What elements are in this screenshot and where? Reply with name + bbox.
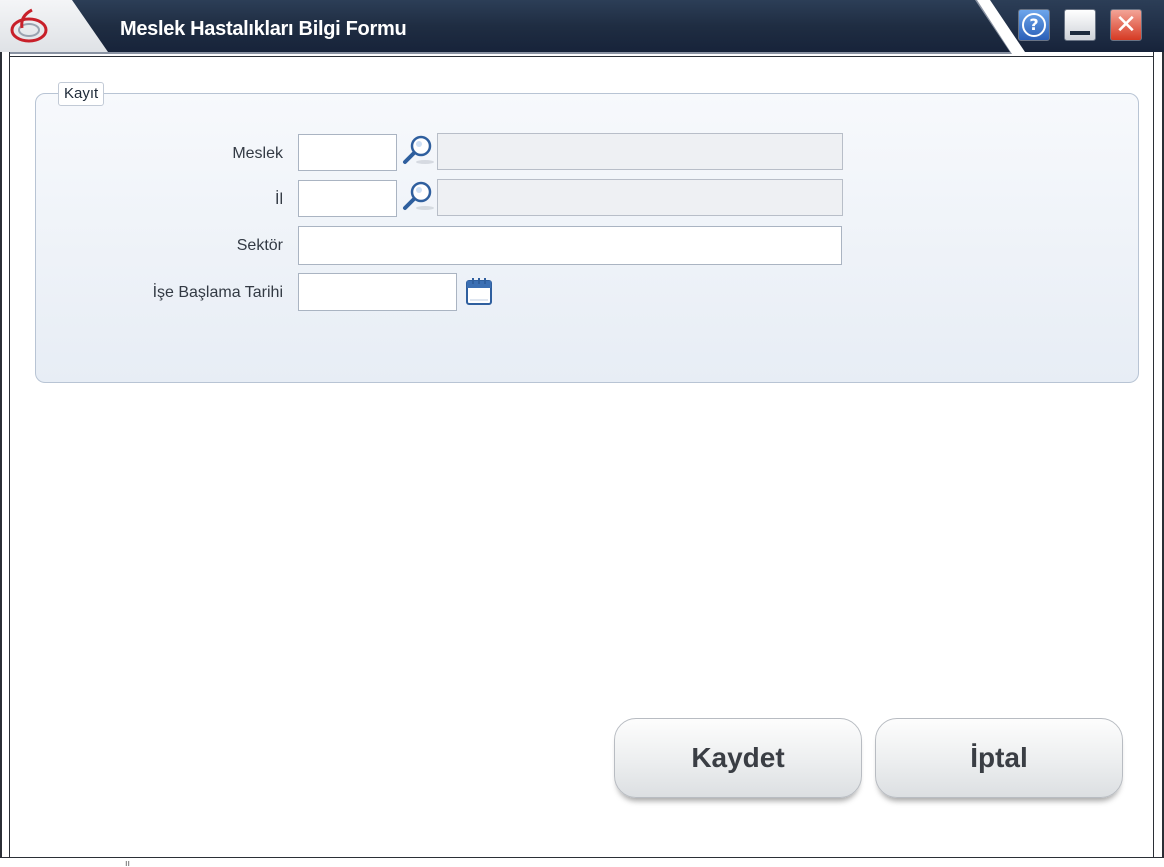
window-frame-left bbox=[0, 52, 10, 867]
cancel-button[interactable]: İptal bbox=[875, 718, 1123, 798]
sektor-label: Sektör bbox=[236, 237, 283, 254]
il-code-input[interactable] bbox=[298, 180, 397, 217]
il-label: İl bbox=[275, 191, 283, 208]
minimize-icon bbox=[1070, 31, 1090, 35]
close-icon: ✕ bbox=[1115, 10, 1137, 40]
help-button[interactable]: ? bbox=[1018, 9, 1050, 41]
meslek-code-input[interactable] bbox=[298, 134, 397, 171]
meslek-search-icon[interactable] bbox=[401, 133, 435, 167]
il-description-field bbox=[437, 179, 843, 216]
close-button[interactable]: ✕ bbox=[1110, 9, 1142, 41]
window-frame-bottom bbox=[0, 857, 1164, 867]
sektor-input[interactable] bbox=[298, 226, 842, 265]
app-logo-icon bbox=[10, 8, 48, 43]
dialog-window: Meslek Hastalıkları Bilgi Formu ? ✕ Kayı… bbox=[0, 0, 1164, 867]
window-frame-right bbox=[1153, 52, 1164, 867]
ise-baslama-tarihi-input[interactable] bbox=[298, 273, 457, 311]
title-bar: Meslek Hastalıkları Bilgi Formu ? ✕ bbox=[0, 0, 1164, 57]
fieldset-legend: Kayıt bbox=[58, 82, 105, 106]
save-button[interactable]: Kaydet bbox=[614, 718, 862, 798]
il-search-icon[interactable] bbox=[401, 179, 435, 213]
help-icon: ? bbox=[1022, 13, 1046, 37]
ise-baslama-tarihi-label: İşe Başlama Tarihi bbox=[152, 284, 283, 301]
minimize-button[interactable] bbox=[1064, 9, 1096, 41]
meslek-label: Meslek bbox=[232, 145, 283, 162]
calendar-icon[interactable] bbox=[465, 276, 493, 306]
window-title: Meslek Hastalıkları Bilgi Formu bbox=[120, 18, 407, 40]
meslek-description-field bbox=[437, 133, 843, 170]
resize-handle-icon[interactable]: ıı bbox=[125, 858, 130, 867]
